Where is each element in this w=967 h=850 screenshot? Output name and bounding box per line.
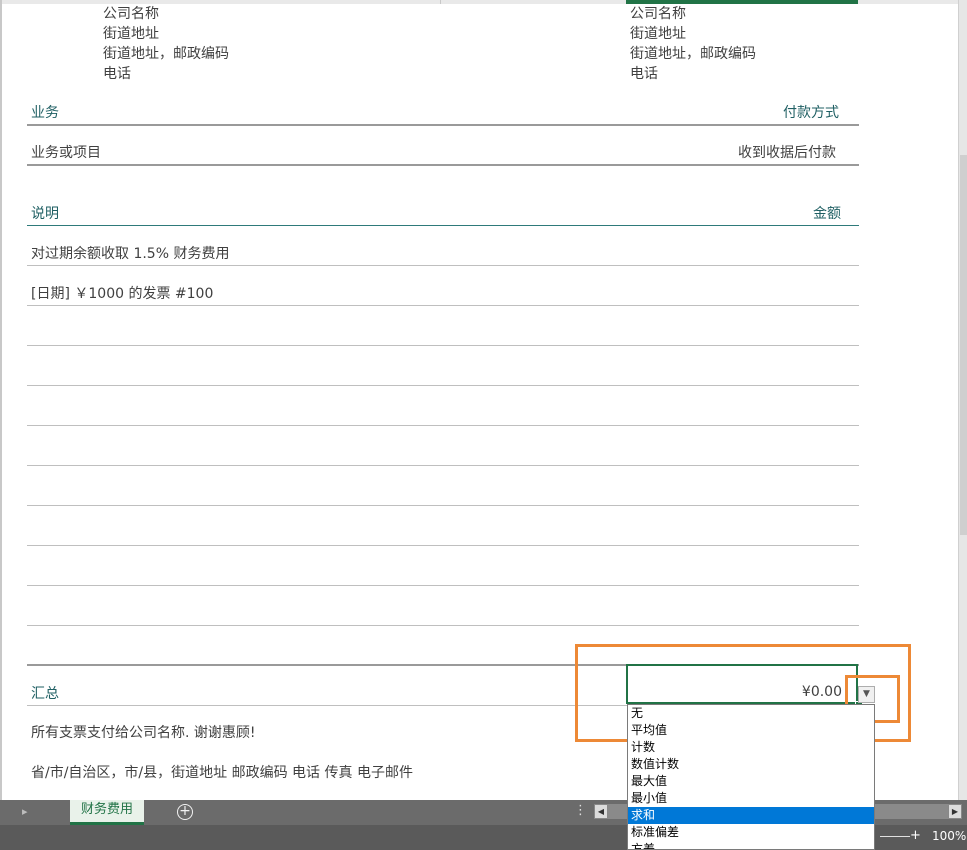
amount-label[interactable]: 金额 [813,205,841,223]
right-street-postcode[interactable]: 街道地址，邮政编码 [630,45,756,63]
right-phone[interactable]: 电话 [630,65,658,83]
footer-address[interactable]: 省/市/自治区，市/县，街道地址 邮政编码 电话 传真 电子邮件 [31,764,413,782]
dropdown-option[interactable]: 平均值 [628,722,874,739]
zoom-in-icon[interactable]: + [910,828,921,843]
left-street-address[interactable]: 街道地址 [103,25,159,43]
left-edge [0,0,2,800]
line-item-rule [27,305,859,306]
sheet-tab-finance-charges[interactable]: 财务费用 [70,800,144,825]
left-phone[interactable]: 电话 [103,65,131,83]
business-value-rule [27,164,859,166]
dropdown-option[interactable]: 最大值 [628,773,874,790]
payment-label[interactable]: 付款方式 [783,104,839,122]
scroll-right-icon[interactable]: ▶ [948,804,962,819]
line-item-rule [27,625,859,626]
business-value[interactable]: 业务或项目 [31,144,101,162]
more-options-icon[interactable]: ⋮ [574,803,587,818]
right-company-name[interactable]: 公司名称 [630,5,686,23]
excel-window: 公司名称 街道地址 街道地址，邮政编码 电话 公司名称 街道地址 街道地址，邮政… [0,0,967,850]
line-item-rule [27,505,859,506]
description-header-rule [27,225,859,226]
vertical-scrollbar[interactable] [958,0,967,800]
dropdown-option-selected[interactable]: 求和 [628,807,874,824]
total-label[interactable]: 汇总 [31,685,59,703]
zoom-level[interactable]: 100% [932,829,966,843]
active-column-indicator [626,0,858,4]
dropdown-option[interactable]: 计数 [628,739,874,756]
scroll-left-icon[interactable]: ◀ [594,804,608,819]
sheet-nav-right-icon[interactable]: ▸ [22,805,28,818]
dropdown-option[interactable]: 最小值 [628,790,874,807]
left-street-postcode[interactable]: 街道地址，邮政编码 [103,45,229,63]
top-edge-divider [440,0,441,4]
line-item-rule [27,585,859,586]
left-company-name[interactable]: 公司名称 [103,5,159,23]
line-item-rule [27,425,859,426]
line-item-rule [27,385,859,386]
line-item-rule [27,545,859,546]
total-function-dropdown-list: 无 平均值 计数 数值计数 最大值 最小值 求和 标准偏差 方差 [627,704,875,850]
dropdown-option[interactable]: 无 [628,705,874,722]
dropdown-option[interactable]: 标准偏差 [628,824,874,841]
zoom-slider[interactable] [880,836,910,837]
dropdown-option[interactable]: 数值计数 [628,756,874,773]
business-label[interactable]: 业务 [31,104,59,122]
line-item-rule [27,345,859,346]
line-item-rule [27,465,859,466]
business-header-rule [27,124,859,126]
line-item[interactable]: 对过期余额收取 1.5% 财务费用 [31,245,229,263]
line-item-rule [27,265,859,266]
vertical-scrollbar-thumb[interactable] [960,155,967,535]
footer-note[interactable]: 所有支票支付给公司名称. 谢谢惠顾! [31,724,256,742]
right-street-address[interactable]: 街道地址 [630,25,686,43]
total-bottom-rule [27,705,627,706]
dropdown-option[interactable]: 方差 [628,841,874,849]
description-label[interactable]: 说明 [31,205,59,223]
payment-value[interactable]: 收到收据后付款 [738,144,836,162]
add-sheet-icon[interactable]: + [177,804,193,820]
top-edge [0,0,958,4]
line-item[interactable]: [日期] ￥1000 的发票 #100 [31,285,213,303]
